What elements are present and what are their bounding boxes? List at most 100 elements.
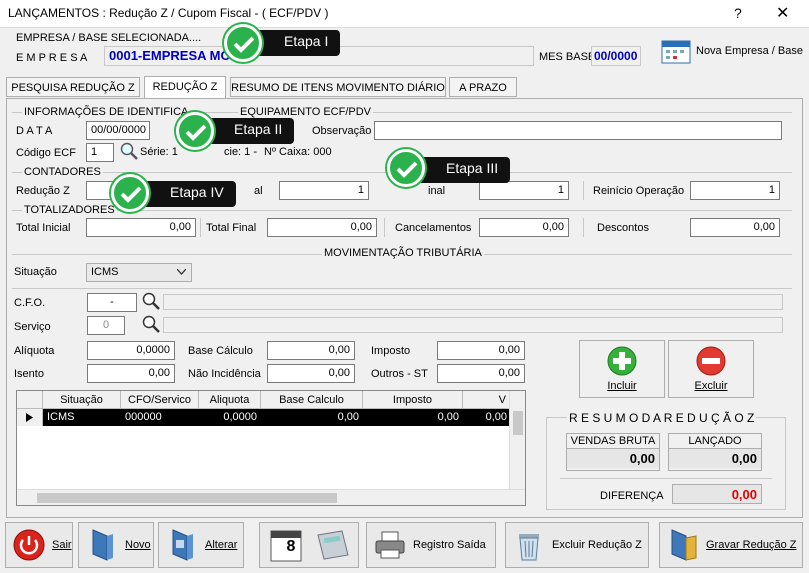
excluir-button[interactable]: Excluir (668, 340, 754, 398)
grid-cell-aliquota[interactable]: 0,0000 (199, 409, 261, 426)
grid-cell-situacao[interactable]: ICMS (43, 409, 121, 426)
excluir-reducao-button[interactable]: Excluir Redução Z (505, 522, 649, 568)
nova-empresa-button[interactable]: Nova Empresa / Base (660, 36, 806, 66)
tab-reducao-z[interactable]: REDUÇÃO Z (144, 76, 226, 98)
grid-cell-cfo[interactable]: 000000 (121, 409, 199, 426)
resumo-divider (560, 478, 772, 479)
check-icon (176, 112, 214, 150)
registro-saida-label: Registro Saída (413, 539, 486, 551)
plus-icon (607, 346, 637, 376)
contador-text: cie: 1 - (224, 146, 258, 158)
incluir-button[interactable]: Incluir (579, 340, 665, 398)
contador-final-label: al (254, 185, 263, 197)
grid-horizontal-scrollbar[interactable] (17, 489, 525, 505)
nao-incidencia-input[interactable]: 0,00 (267, 364, 355, 383)
save-folder-icon (671, 529, 697, 561)
ident-title: INFORMAÇÕES DE IDENTIFICA (22, 106, 191, 118)
situacao-value: ICMS (91, 266, 119, 278)
grid-header-cfo[interactable]: CFO/Servico (121, 391, 199, 409)
outros-st-label: Outros - ST (371, 368, 428, 380)
cancelamentos-input[interactable]: 0,00 (479, 218, 569, 237)
window-title: LANÇAMENTOS : Redução Z / Cupom Fiscal -… (8, 6, 329, 20)
grid-header-aliquota[interactable]: Aliquota (199, 391, 261, 409)
grid-row-indicator (17, 409, 43, 426)
lancado-label: LANÇADO (669, 434, 761, 449)
outros-st-input[interactable]: 0,00 (437, 364, 525, 383)
total-final-input[interactable]: 0,00 (267, 218, 377, 237)
printer-icon (375, 531, 405, 559)
cfo-description-field (163, 294, 783, 310)
lancado-value: 0,00 (669, 449, 761, 468)
grid-vscroll-thumb[interactable] (513, 411, 523, 435)
nova-empresa-label: Nova Empresa / Base (696, 45, 803, 57)
isento-input[interactable]: 0,00 (87, 364, 175, 383)
callout-etapa-3: Etapa III (412, 157, 511, 183)
edit-folder-icon (172, 529, 193, 561)
registro-saida-button[interactable]: Registro Saída (366, 522, 496, 568)
servico-input[interactable]: 0 (87, 316, 125, 335)
sair-label: Sair (52, 539, 72, 551)
movimento-grid[interactable]: Situação CFO/Servico Aliquota Base Calcu… (16, 390, 526, 506)
cfo-search-icon[interactable] (141, 291, 161, 311)
cancelamentos-label: Cancelamentos (395, 222, 472, 234)
cfo-input[interactable]: - (87, 293, 137, 312)
reinicio-input[interactable]: 1 (690, 181, 780, 200)
totalizadores-title: TOTALIZADORES (22, 204, 117, 216)
servico-search-icon[interactable] (141, 314, 161, 334)
aliquota-input[interactable]: 0,0000 (87, 341, 175, 360)
nao-incidencia-label: Não Incidência (188, 368, 261, 380)
imposto-input[interactable]: 0,00 (437, 341, 525, 360)
grid-cell-base[interactable]: 0,00 (261, 409, 363, 426)
isento-label: Isento (14, 368, 44, 380)
gravar-reducao-label: Gravar Redução Z (706, 539, 797, 551)
grid-cell-imposto[interactable]: 0,00 (363, 409, 463, 426)
check-icon (111, 174, 149, 212)
base-calculo-label: Base Cálculo (188, 345, 253, 357)
help-button[interactable]: ? (734, 5, 742, 21)
grid-hscroll-thumb[interactable] (37, 493, 337, 503)
codigo-ecf-label: Código ECF (16, 147, 76, 159)
situacao-label: Situação (14, 266, 57, 278)
grid-vertical-scrollbar[interactable] (509, 391, 525, 489)
contador-final2-input[interactable]: 1 (479, 181, 569, 200)
lancado-box: LANÇADO 0,00 (668, 433, 762, 471)
grid-header-situacao[interactable]: Situação (43, 391, 121, 409)
contador-final-input[interactable]: 1 (279, 181, 369, 200)
vendas-bruta-box: VENDAS BRUTA 0,00 (566, 433, 660, 471)
calendar-day-number: 8 (286, 538, 296, 555)
close-button[interactable]: ✕ (776, 3, 789, 23)
grid-header-base[interactable]: Base Calculo (261, 391, 363, 409)
mes-base-field: 00/0000 (591, 46, 641, 66)
chevron-down-icon (177, 269, 186, 275)
observacao-input[interactable] (374, 121, 782, 140)
grid-header-v[interactable]: V (463, 391, 511, 409)
power-icon (13, 529, 45, 561)
grid-header-imposto[interactable]: Imposto (363, 391, 463, 409)
tot-separator-1 (200, 218, 201, 237)
tab-a-prazo[interactable]: A PRAZO (449, 77, 517, 97)
empresa-section-label: EMPRESA / BASE SELECIONADA.... (16, 32, 202, 44)
vendas-bruta-value: 0,00 (567, 449, 659, 468)
alterar-button[interactable]: Alterar (158, 522, 244, 568)
tab-resumo-itens[interactable]: RESUMO DE ITENS MOVIMENTO DIÁRIO (230, 77, 446, 97)
situacao-select[interactable]: ICMS (86, 263, 192, 282)
sair-button[interactable]: Sair (5, 522, 73, 568)
novo-button[interactable]: Novo (78, 522, 154, 568)
novo-label: Novo (125, 539, 151, 551)
alterar-label: Alterar (205, 539, 238, 551)
grid-cell-v[interactable]: 0,00 (463, 409, 511, 426)
calendar-calculator-button[interactable]: 8 (259, 522, 359, 568)
empresa-label: E M P R E S A (16, 52, 88, 64)
mes-base-label: MES BASE (539, 51, 596, 63)
total-final-label: Total Final (206, 222, 257, 234)
total-inicial-input[interactable]: 0,00 (86, 218, 196, 237)
ecf-search-icon[interactable] (119, 141, 139, 161)
tab-pesquisa[interactable]: PESQUISA REDUÇÃO Z (6, 77, 140, 97)
descontos-input[interactable]: 0,00 (690, 218, 780, 237)
gravar-reducao-button[interactable]: Gravar Redução Z (659, 522, 803, 568)
data-input[interactable]: 00/00/0000 (86, 121, 150, 140)
base-calculo-input[interactable]: 0,00 (267, 341, 355, 360)
minus-icon (696, 346, 726, 376)
calculator-icon (317, 530, 349, 560)
codigo-ecf-input[interactable]: 1 (86, 143, 114, 162)
